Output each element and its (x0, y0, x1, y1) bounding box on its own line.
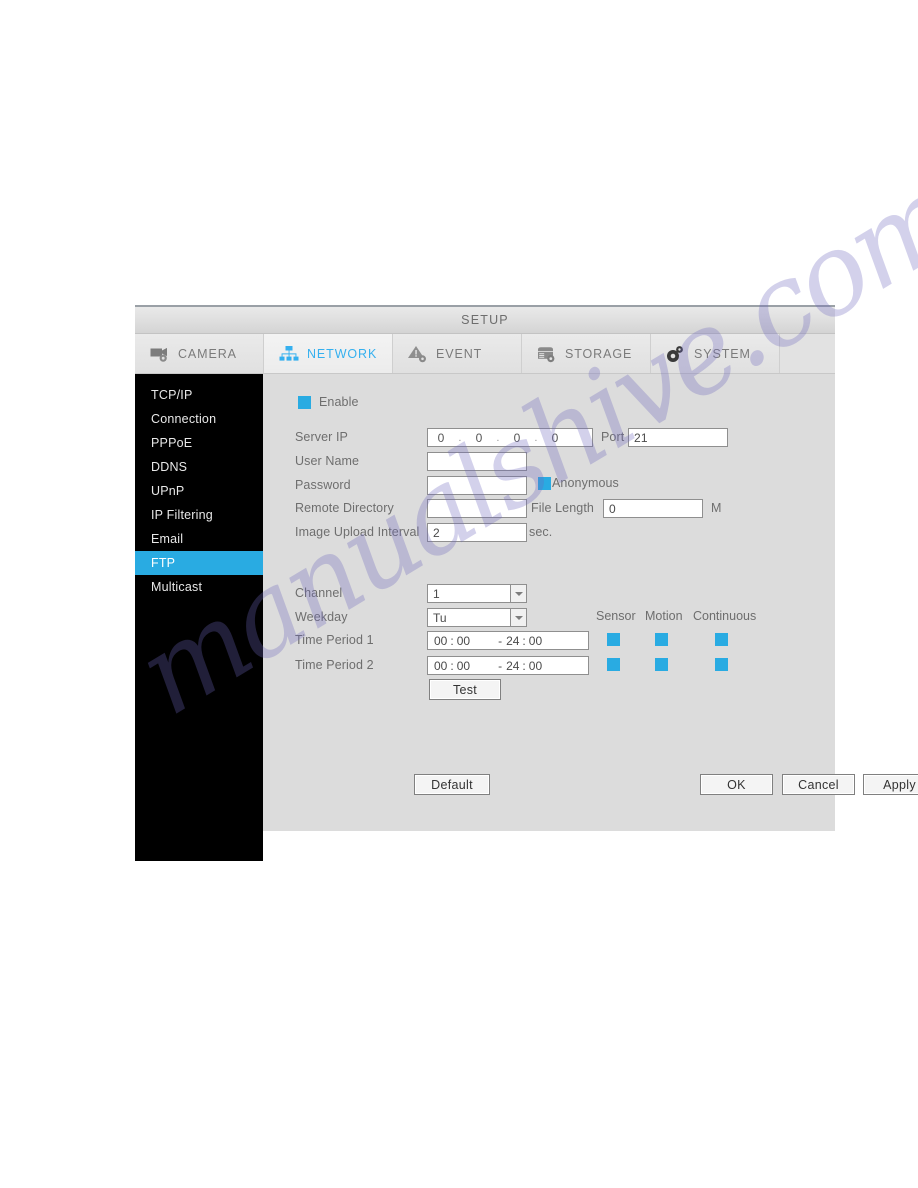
ip-dot-3: . (534, 431, 538, 444)
image-upload-interval-unit: sec. (529, 525, 553, 539)
password-input[interactable] (427, 476, 527, 495)
port-input[interactable]: 21 (628, 428, 728, 447)
default-button[interactable]: Default (414, 774, 490, 795)
window-body: TCP/IP Connection PPPoE DDNS UPnP IP Fil… (135, 374, 918, 861)
time-period-2-label: Time Period 2 (295, 658, 374, 672)
tp2-separator: - (498, 658, 503, 673)
column-header-continuous: Continuous (693, 609, 757, 623)
window-titlebar: SETUP (135, 307, 835, 334)
time-period-2-continuous-checkbox[interactable] (715, 658, 728, 671)
time-period-2-sensor-checkbox[interactable] (607, 658, 620, 671)
camera-gear-icon (149, 344, 171, 364)
tp2-end-hour: 24 (506, 658, 520, 673)
time-period-2-motion-checkbox[interactable] (655, 658, 668, 671)
time-period-1-label: Time Period 1 (295, 633, 374, 647)
weekday-label: Weekday (295, 610, 348, 624)
anonymous-checkbox[interactable] (538, 477, 551, 490)
tab-network-label: NETWORK (307, 346, 378, 361)
channel-label: Channel (295, 586, 343, 600)
network-tree-icon (278, 344, 300, 364)
time-period-1-input[interactable]: 00 : 00 - 24 : 00 (427, 631, 589, 650)
password-label: Password (295, 478, 351, 492)
server-ip-octet-1: 0 (437, 430, 445, 445)
file-length-input[interactable]: 0 (603, 499, 703, 518)
ip-dot-2: . (496, 431, 500, 444)
tp1-end-min: 00 (528, 633, 543, 648)
sidebar-item-tcpip[interactable]: TCP/IP (135, 383, 263, 407)
tab-camera-label: CAMERA (178, 346, 237, 361)
sidebar-item-ftp[interactable]: FTP (135, 551, 263, 575)
tab-system[interactable]: SYSTEM (651, 334, 780, 373)
sidebar-item-email[interactable]: Email (135, 527, 263, 551)
server-ip-octet-4: 0 (551, 430, 559, 445)
image-upload-interval-label: Image Upload Interval (295, 525, 420, 539)
sidebar-item-multicast[interactable]: Multicast (135, 575, 263, 599)
time-period-2-input[interactable]: 00 : 00 - 24 : 00 (427, 656, 589, 675)
server-ip-label: Server IP (295, 430, 348, 444)
cancel-button[interactable]: Cancel (782, 774, 855, 795)
tp1-start-min: 00 (456, 633, 471, 648)
tp2-end-min: 00 (528, 658, 543, 673)
column-header-sensor: Sensor (596, 609, 636, 623)
ip-dot-1: . (458, 431, 462, 444)
anonymous-label: Anonymous (552, 476, 619, 490)
server-ip-octet-2: 0 (475, 430, 483, 445)
sidebar-menu: TCP/IP Connection PPPoE DDNS UPnP IP Fil… (135, 374, 263, 861)
user-name-input[interactable] (427, 452, 527, 471)
time-period-1-continuous-checkbox[interactable] (715, 633, 728, 646)
time-period-1-sensor-checkbox[interactable] (607, 633, 620, 646)
tab-network[interactable]: NETWORK (264, 334, 393, 373)
sidebar-item-ip-filtering[interactable]: IP Filtering (135, 503, 263, 527)
tab-storage-label: STORAGE (565, 346, 633, 361)
gears-icon (665, 344, 687, 364)
apply-button[interactable]: Apply (863, 774, 918, 795)
ok-button[interactable]: OK (700, 774, 773, 795)
warning-gear-icon (407, 344, 429, 364)
sidebar-item-ddns[interactable]: DDNS (135, 455, 263, 479)
file-length-unit: M (711, 501, 722, 515)
window-title: SETUP (461, 313, 509, 327)
server-ip-octet-3: 0 (513, 430, 521, 445)
remote-directory-label: Remote Directory (295, 501, 394, 515)
remote-directory-input[interactable] (427, 499, 527, 518)
tab-storage[interactable]: STORAGE (522, 334, 651, 373)
channel-select[interactable]: 1 (427, 584, 527, 603)
tp2-start-hour: 00 (434, 658, 448, 673)
tab-strip: CAMERA NETWORK EVENT STORAGE SYSTEM (135, 334, 835, 374)
tp2-colon-1: : (450, 658, 454, 673)
weekday-select-value: Tu (427, 608, 510, 627)
tp1-end-hour: 24 (506, 633, 520, 648)
chevron-down-icon[interactable] (510, 608, 527, 627)
column-header-motion: Motion (645, 609, 683, 623)
tab-event[interactable]: EVENT (393, 334, 522, 373)
time-period-1-motion-checkbox[interactable] (655, 633, 668, 646)
file-length-label: File Length (531, 501, 594, 515)
tp1-colon-2: : (522, 633, 526, 648)
enable-checkbox[interactable] (298, 396, 311, 409)
image-upload-interval-input[interactable]: 2 (427, 523, 527, 542)
tp2-colon-2: : (522, 658, 526, 673)
tp1-start-hour: 00 (434, 633, 448, 648)
ftp-settings-panel: Enable Server IP 0 . 0 . 0 . 0 Port 21 U… (263, 374, 918, 831)
port-label: Port (601, 430, 625, 444)
sidebar-item-pppoe[interactable]: PPPoE (135, 431, 263, 455)
storage-gear-icon (536, 344, 558, 364)
sidebar-item-upnp[interactable]: UPnP (135, 479, 263, 503)
sidebar-item-connection[interactable]: Connection (135, 407, 263, 431)
setup-window: SETUP CAMERA NETWORK EVENT STORAGE SYSTE… (135, 305, 918, 861)
enable-label: Enable (319, 395, 359, 409)
tp1-colon-1: : (450, 633, 454, 648)
tab-camera[interactable]: CAMERA (135, 334, 264, 373)
server-ip-input[interactable]: 0 . 0 . 0 . 0 (427, 428, 593, 447)
chevron-down-icon[interactable] (510, 584, 527, 603)
test-button[interactable]: Test (429, 679, 501, 700)
tab-event-label: EVENT (436, 346, 483, 361)
tp2-start-min: 00 (456, 658, 471, 673)
channel-select-value: 1 (427, 584, 510, 603)
user-name-label: User Name (295, 454, 360, 468)
weekday-select[interactable]: Tu (427, 608, 527, 627)
tab-system-label: SYSTEM (694, 346, 751, 361)
tp1-separator: - (498, 633, 503, 648)
